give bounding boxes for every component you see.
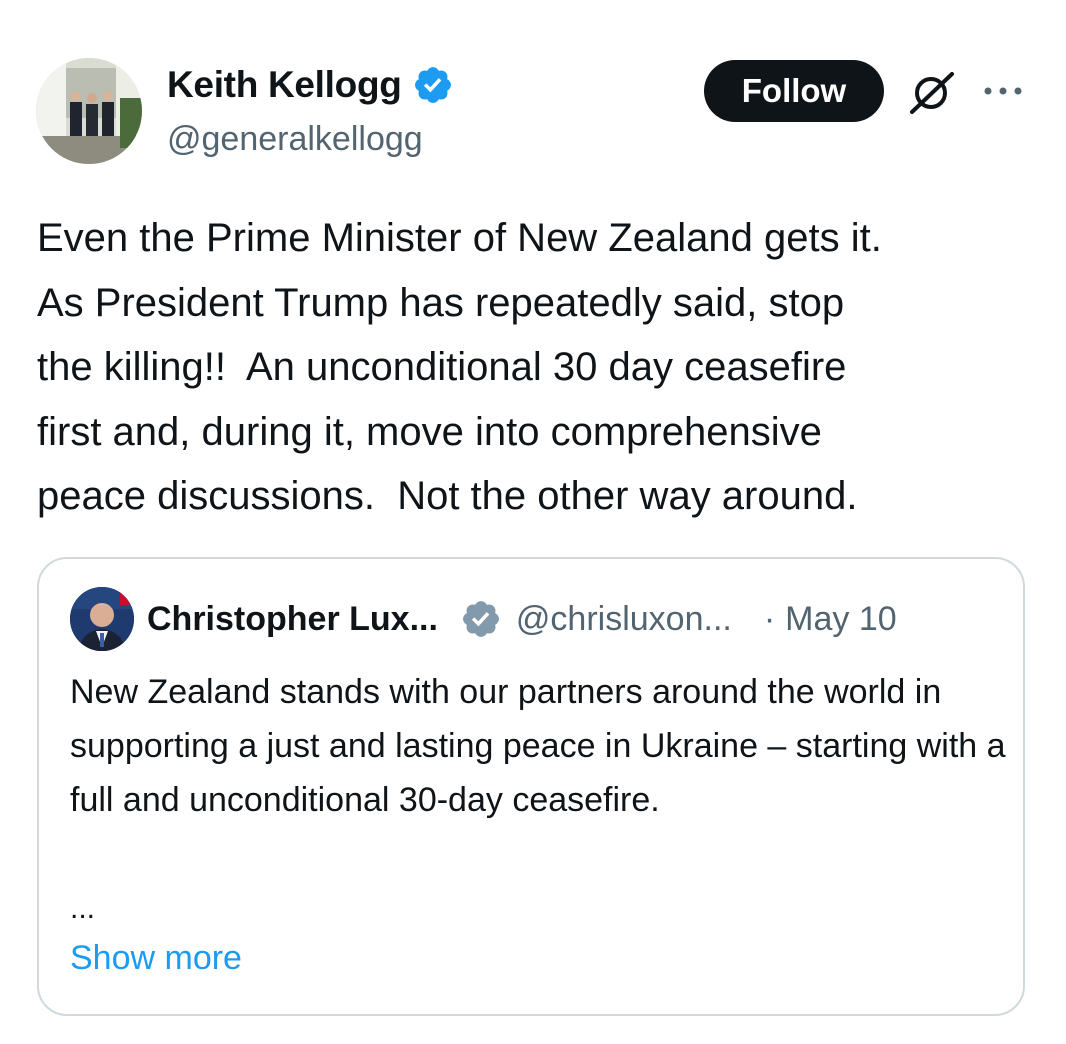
author-handle[interactable]: @generalkellogg (167, 116, 423, 162)
quoted-tweet-header: Christopher Lux... @chrisluxon... · May … (147, 595, 897, 643)
more-options-icon[interactable] (980, 80, 1026, 102)
follow-button[interactable]: Follow (704, 60, 884, 122)
quoted-tweet-text: New Zealand stands with our partners aro… (70, 673, 1006, 819)
author-name[interactable]: Keith Kellogg (167, 62, 402, 108)
header-separator: · (763, 599, 776, 638)
quoted-tweet-card[interactable]: Christopher Lux... @chrisluxon... · May … (37, 557, 1025, 1016)
quoted-tweet-date[interactable]: May 10 (785, 600, 897, 639)
quoted-author-name[interactable]: Christopher Lux... (147, 600, 438, 639)
quoted-author-handle[interactable]: @chrisluxon... (516, 600, 732, 639)
grok-icon[interactable] (906, 70, 956, 116)
verified-badge-icon (412, 64, 454, 106)
quoted-tweet-ellipsis: ... (70, 892, 96, 925)
quoted-author-avatar[interactable] (70, 587, 134, 651)
author-avatar[interactable] (36, 58, 142, 164)
show-more-link[interactable]: Show more (70, 934, 242, 982)
author-name-row[interactable]: Keith Kellogg (167, 62, 454, 108)
government-badge-icon (460, 598, 502, 640)
tweet-text: Even the Prime Minister of New Zealand g… (37, 216, 882, 518)
